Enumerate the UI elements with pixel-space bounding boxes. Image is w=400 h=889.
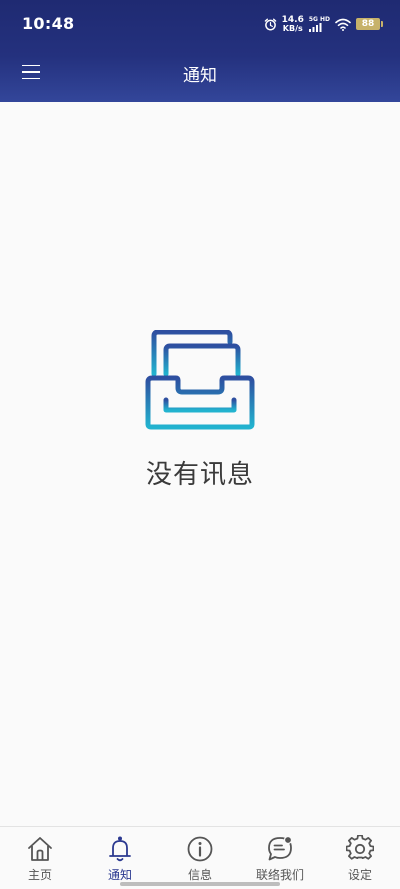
tab-label: 信息 [187,868,212,882]
info-icon [187,836,213,862]
home-icon [28,837,52,861]
bell-icon [109,836,131,862]
tab-notifications[interactable]: 通知 [80,827,160,889]
wifi-icon [335,18,351,31]
page-title: 通知 [183,66,217,86]
app-header: 10:48 14.6 KB/s 5G HD 88 通知 [0,0,400,102]
cell-signal-icon [308,23,322,32]
tab-label: 联络我们 [255,868,304,882]
status-bar: 10:48 14.6 KB/s 5G HD 88 [0,0,400,48]
home-indicator[interactable] [120,882,280,886]
network-speed-unit: KB/s [282,23,303,33]
chat-icon [268,835,293,861]
empty-inbox-icon [145,330,255,430]
empty-message: 没有讯息 [145,460,254,490]
network-type: 5G HD [309,16,330,23]
tab-label: 设定 [347,868,372,882]
empty-state: 没有讯息 [0,330,400,491]
status-icons: 14.6 KB/s 5G HD 88 [264,14,383,34]
network-type-hd: HD [319,16,330,23]
network-speed: 14.6 KB/s [282,15,304,33]
gear-icon [346,835,374,860]
tab-settings[interactable]: 设定 [320,827,400,889]
tab-contact-us[interactable]: 联络我们 [240,827,320,889]
nav-bar: 通知 [0,48,400,98]
alarm-icon [264,18,276,30]
tab-home[interactable]: 主页 [0,827,80,889]
network-indicator: 5G HD [308,16,330,32]
tab-info[interactable]: 信息 [160,827,240,889]
battery-indicator: 88 [356,18,383,30]
status-time: 10:48 [22,14,75,33]
tab-label: 通知 [107,868,132,882]
network-type-5g: 5G [308,16,318,23]
tab-label: 主页 [27,868,52,882]
bottom-tab-bar: 主页 通知 信息 联络我们 设定 [0,826,400,889]
